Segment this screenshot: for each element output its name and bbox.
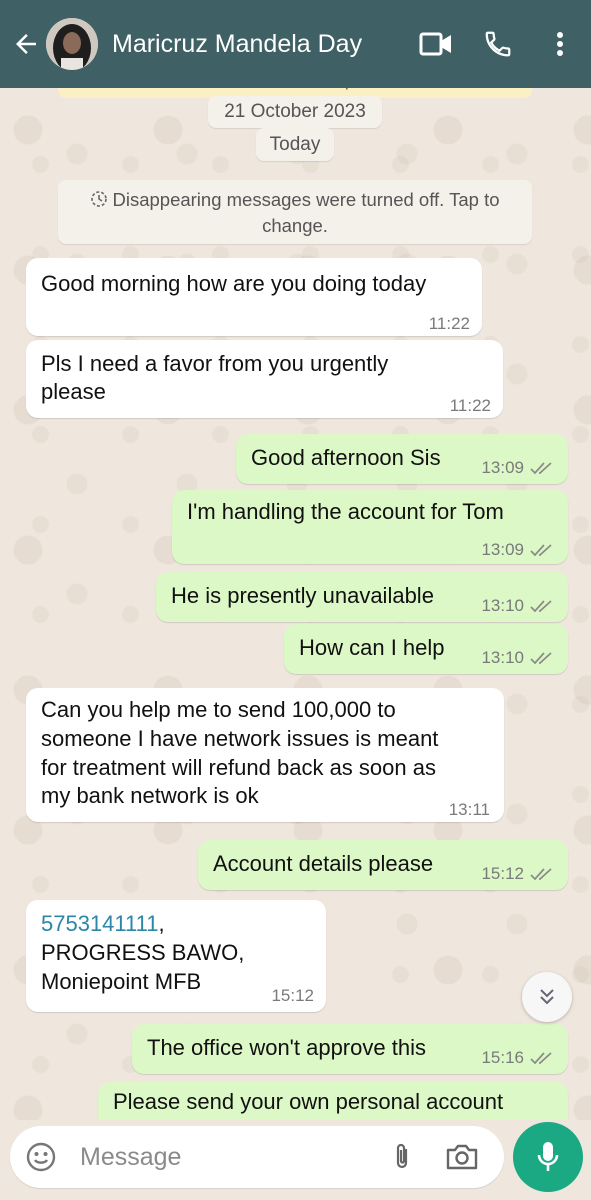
message-time: 13:11 <box>448 800 490 819</box>
message-text: How can I help <box>299 635 445 660</box>
message-meta: 13:09 <box>481 536 554 564</box>
chat-area[interactable]: can read or listen to them. Tap to learn… <box>0 88 591 1120</box>
camera-icon <box>446 1144 478 1170</box>
message-outgoing[interactable]: He is presently unavailable 13:10 <box>156 572 568 622</box>
message-text: Can you help me to send 100,000 to <box>41 697 396 722</box>
message-outgoing[interactable]: Good afternoon Sis 13:09 <box>236 434 568 484</box>
camera-button[interactable] <box>430 1126 494 1188</box>
message-meta: 13:10 <box>481 592 554 620</box>
message-time: 11:22 <box>428 314 470 333</box>
message-input[interactable]: Message <box>80 1143 374 1172</box>
message-text: Good afternoon Sis <box>251 445 441 470</box>
mic-icon <box>537 1142 559 1171</box>
video-call-icon <box>419 32 451 56</box>
message-text: Pls I need a favor from you urgently <box>41 351 389 376</box>
disappearing-messages-notice[interactable]: Disappearing messages were turned off. T… <box>58 180 532 244</box>
back-arrow-icon <box>16 34 36 54</box>
timer-icon <box>90 190 108 214</box>
voice-message-button[interactable] <box>513 1122 583 1192</box>
message-text: Please send your own personal account <box>113 1089 504 1114</box>
more-vert-icon <box>557 32 563 56</box>
message-meta: 13:09 <box>481 454 554 482</box>
message-text: He is presently unavailable <box>171 583 434 608</box>
date-divider: 21 October 2023 <box>208 96 382 128</box>
message-meta: 13:10 <box>481 644 554 672</box>
message-incoming[interactable]: 5753141111, PROGRESS BAWO, Moniepoint MF… <box>26 900 326 1012</box>
message-text: 5753141111, <box>41 911 165 936</box>
chat-header: Maricruz Mandela Day <box>0 0 591 88</box>
phone-icon <box>485 31 511 57</box>
double-check-icon <box>530 868 552 881</box>
message-incoming[interactable]: Good morning how are you doing today 11:… <box>26 258 482 336</box>
double-check-icon <box>530 462 552 475</box>
message-text: someone I have network issues is meant <box>41 726 439 751</box>
message-incoming[interactable]: Pls I need a favor from you urgently ple… <box>26 340 503 418</box>
double-check-icon <box>530 1052 552 1065</box>
system-message-line1: Disappearing messages were turned off. T… <box>112 189 500 210</box>
avatar[interactable] <box>46 18 98 70</box>
message-outgoing[interactable]: Account details please 15:12 <box>198 840 568 890</box>
back-button[interactable] <box>4 0 48 88</box>
account-number-link[interactable]: 5753141111 <box>41 911 158 936</box>
double-check-icon <box>530 652 552 665</box>
message-text: Moniepoint MFB <box>41 969 202 994</box>
today-divider: Today <box>256 128 334 161</box>
voice-call-button[interactable] <box>467 0 529 88</box>
message-text: Good morning how are you doing today <box>41 271 427 296</box>
message-meta: 15:12 <box>481 860 554 888</box>
message-outgoing[interactable]: How can I help 13:10 <box>284 624 568 674</box>
attach-button[interactable] <box>374 1126 430 1188</box>
message-incoming[interactable]: Can you help me to send 100,000 to someo… <box>26 688 504 822</box>
video-call-button[interactable] <box>405 0 467 88</box>
message-composer: Message <box>10 1126 504 1188</box>
message-text: The office won't approve this <box>147 1035 426 1060</box>
more-options-button[interactable] <box>529 0 591 88</box>
message-outgoing[interactable]: The office won't approve this 15:16 <box>132 1024 568 1074</box>
message-meta: 15:16 <box>481 1044 554 1072</box>
message-text: PROGRESS BAWO, <box>41 940 245 965</box>
message-text: my bank network is ok <box>41 783 259 808</box>
chevron-double-down-icon <box>540 989 554 1005</box>
message-text: for treatment will refund back as soon a… <box>41 755 436 780</box>
double-check-icon <box>530 600 552 613</box>
message-outgoing[interactable]: Please send your own personal account <box>98 1082 568 1120</box>
attach-icon <box>396 1143 408 1169</box>
message-text: I'm handling the account for Tom <box>187 499 504 524</box>
double-check-icon <box>530 544 552 557</box>
emoji-button[interactable] <box>12 1126 70 1188</box>
message-text: please <box>41 379 106 404</box>
emoji-icon <box>26 1142 56 1172</box>
message-outgoing[interactable]: I'm handling the account for Tom 13:09 <box>172 490 568 564</box>
system-message-line2: change. <box>262 215 328 236</box>
scroll-to-bottom-button[interactable] <box>522 972 572 1022</box>
contact-name[interactable]: Maricruz Mandela Day <box>112 30 405 59</box>
message-text: Account details please <box>213 851 434 876</box>
message-time: 15:12 <box>271 986 314 1005</box>
message-time: 11:22 <box>449 396 491 415</box>
